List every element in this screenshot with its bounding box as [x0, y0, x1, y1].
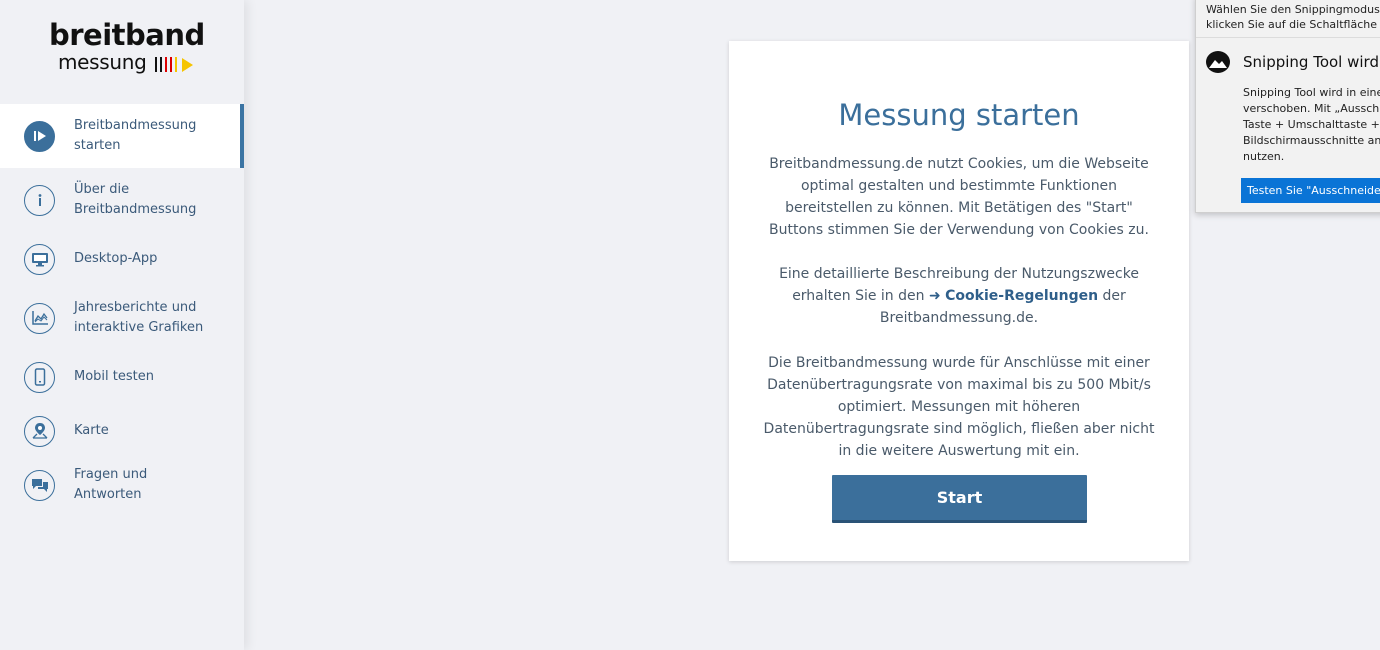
sidebar-item-label: Jahresberichte und interaktive Grafiken	[74, 300, 204, 335]
sidebar-item-label: Fragen und Antworten	[74, 467, 148, 502]
smartphone-icon	[24, 361, 55, 393]
monitor-icon	[24, 243, 55, 275]
chart-icon	[24, 302, 55, 334]
cookie-details-text: Eine detaillierte Beschreibung der Nutzu…	[759, 263, 1159, 329]
sidebar-item-label: Karte	[74, 423, 109, 438]
sidebar-item-fragen[interactable]: Fragen und Antworten	[0, 458, 244, 512]
notification-prev-line: Wählen Sie den Snippingmodus r	[1206, 3, 1380, 16]
sidebar: breitband messung Breitbandmessung start…	[0, 0, 244, 650]
sidebar-nav: Breitbandmessung starten Über die Breitb…	[0, 104, 244, 512]
sidebar-item-karte[interactable]: Karte	[0, 404, 244, 458]
notification-body-line: Snipping Tool wird in eine	[1243, 86, 1380, 99]
sidebar-item-messung-starten[interactable]: Breitbandmessung starten	[0, 104, 244, 168]
notification-prev-line: klicken Sie auf die Schaltfläche "N	[1206, 18, 1380, 31]
sidebar-item-label: Über die Breitbandmessung	[74, 182, 197, 217]
info-icon	[24, 184, 55, 216]
page-title: Messung starten	[838, 98, 1080, 132]
sidebar-item-desktop-app[interactable]: Desktop-App	[0, 232, 244, 286]
chat-icon	[24, 469, 55, 501]
snipping-tool-icon	[1206, 51, 1230, 73]
notification-body-line: Bildschirmausschnitte anfe	[1243, 134, 1380, 147]
sidebar-item-label: Desktop-App	[74, 251, 158, 266]
notification-body-line: verschoben. Mit „Ausschn	[1243, 102, 1380, 115]
cookie-regelungen-link[interactable]: Cookie-Regelungen	[945, 288, 1098, 304]
logo-main-text: breitband	[49, 18, 205, 52]
sidebar-item-mobil-testen[interactable]: Mobil testen	[0, 350, 244, 404]
notification-body-line: nutzen.	[1243, 150, 1285, 163]
notification-prev-text: Wählen Sie den Snippingmodus r klicken S…	[1206, 2, 1380, 32]
map-pin-icon	[24, 415, 55, 447]
measurement-limit-text: Die Breitbandmessung wurde für Anschlüss…	[763, 355, 1155, 459]
notification-body: Snipping Tool wird in eine verschoben. M…	[1243, 85, 1380, 165]
play-circle-icon	[24, 120, 55, 152]
sidebar-item-jahresberichte[interactable]: Jahresberichte und interaktive Grafiken	[0, 286, 244, 350]
snipping-tool-notification[interactable]: Wählen Sie den Snippingmodus r klicken S…	[1195, 0, 1380, 213]
measurement-start-card: Messung starten Breitbandmessung.de nutz…	[729, 41, 1189, 561]
sidebar-item-label: Breitbandmessung starten	[74, 118, 197, 153]
notification-title: Snipping Tool wird v	[1243, 53, 1380, 71]
notification-divider	[1196, 37, 1380, 38]
try-snip-button[interactable]: Testen Sie "Ausschneiden	[1241, 178, 1380, 203]
breitbandmessung-logo[interactable]: breitband messung	[49, 18, 209, 80]
sidebar-item-label: Mobil testen	[74, 369, 154, 384]
arrow-right-icon: ➜	[928, 288, 941, 304]
logo-flag-bars-icon	[155, 55, 193, 72]
notification-body-line: Taste + Umschalttaste + S	[1243, 118, 1380, 131]
logo-sub-text: messung	[58, 50, 147, 74]
sidebar-item-ueber[interactable]: Über die Breitbandmessung	[0, 168, 244, 232]
cookie-info-text: Breitbandmessung.de nutzt Cookies, um di…	[769, 156, 1149, 238]
start-button[interactable]: Start	[832, 475, 1087, 523]
